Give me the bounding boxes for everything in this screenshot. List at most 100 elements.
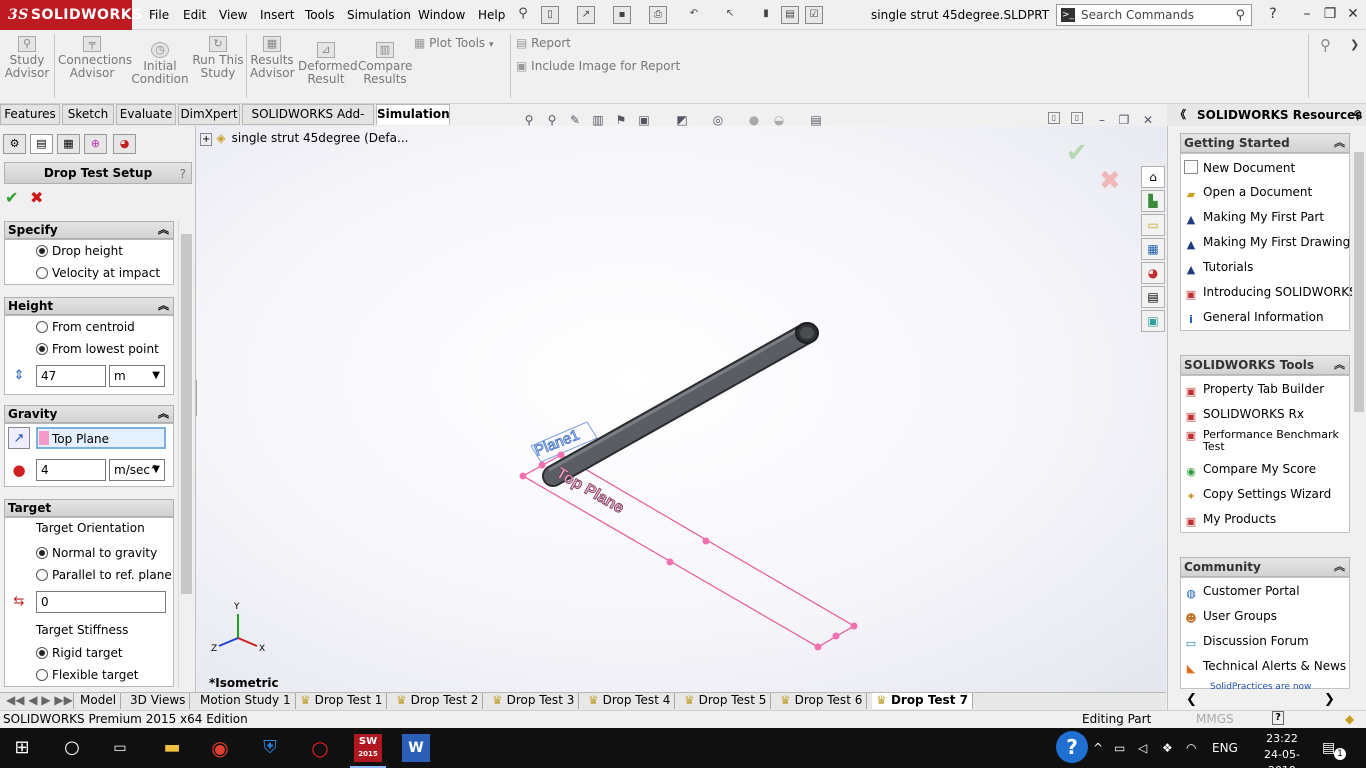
feature-tree-root[interactable]: + ◈ single strut 45degree (Defa... (200, 131, 408, 146)
link-new-document[interactable]: New Document (1184, 160, 1295, 175)
target-group-header[interactable]: Target (4, 499, 174, 517)
deformed-result-button[interactable]: ⊿ Deformed Result (298, 42, 358, 86)
plot-tools-button[interactable]: ▦ Plot Tools ▾ (414, 36, 494, 50)
height-value-input[interactable]: 47 (36, 365, 106, 387)
zoom-search-icon[interactable]: ⚲ (1320, 36, 1331, 54)
chevron-right-icon[interactable]: ❯ (1350, 38, 1359, 51)
open-icon[interactable]: ↗ (577, 6, 595, 24)
options-icon[interactable]: ☑ (805, 6, 823, 24)
feature-tree-icon[interactable]: ⚙ (3, 134, 26, 154)
cortana-search-icon[interactable]: ○ (58, 734, 86, 762)
graphics-area[interactable]: Plane1 Top Plane Y X Z (197, 126, 1166, 692)
cancel-x-icon[interactable]: ✖ (30, 188, 43, 207)
wifi-icon[interactable]: ◠ (1186, 728, 1196, 768)
collapse-icon[interactable]: ︽ (1334, 134, 1345, 152)
dropbox-icon[interactable]: ❖ (1162, 728, 1173, 768)
target-offset-input[interactable]: 0 (36, 591, 166, 613)
file-explorer-icon[interactable]: ▭ (1141, 214, 1165, 236)
help-button[interactable]: ? (180, 164, 186, 184)
gravity-reference-field[interactable]: Top Plane (36, 427, 166, 449)
viewport-close-icon[interactable]: ✕ (1140, 112, 1156, 128)
link-tutorials[interactable]: ▲ Tutorials (1184, 260, 1254, 277)
collapse-icon[interactable]: ︽ (158, 406, 169, 422)
search-icon[interactable]: ⚲ (1235, 6, 1245, 26)
view-settings-icon[interactable]: ▤ (808, 112, 824, 128)
gravity-value-input[interactable]: 4 (36, 459, 106, 481)
link-first-drawing[interactable]: ▲ Making My First Drawing (1184, 235, 1351, 252)
edit-appearance-icon[interactable]: ● (746, 112, 762, 128)
rebuild-icon[interactable]: ▮ (757, 6, 775, 24)
tab-features[interactable]: Features (0, 104, 60, 125)
resources-tab-icon[interactable]: ⌂ (1141, 166, 1165, 188)
chrome-icon[interactable]: ◉ (206, 734, 234, 762)
show-hidden-icons[interactable]: ^ (1093, 728, 1103, 768)
plane-handle[interactable] (832, 632, 840, 640)
windows-start-icon[interactable]: ⊞ (8, 734, 36, 762)
previous-view-icon[interactable]: ✎ (567, 112, 583, 128)
collapse-icon[interactable]: ︽ (158, 222, 169, 238)
plane-handle[interactable] (814, 643, 822, 651)
tab-drop-test-1[interactable]: ♛ Drop Test 1 (296, 693, 388, 709)
help-icon[interactable]: ? (1272, 711, 1284, 725)
scrollbar-thumb[interactable] (181, 234, 192, 594)
collapse-left-icon[interactable]: 《 (1175, 104, 1186, 126)
solidworks-logo[interactable]: 3S SOLIDWORKS (0, 0, 142, 30)
confirm-ok-icon[interactable]: ✔ (1066, 138, 1088, 168)
plane-handle[interactable] (702, 537, 710, 545)
radio-rigid-target[interactable]: Rigid target (36, 646, 123, 660)
specify-group-header[interactable]: Specify ︽ (4, 221, 174, 239)
menu-tools[interactable]: Tools (305, 0, 335, 30)
tab-model[interactable]: Model (76, 693, 122, 709)
custom-properties-icon[interactable]: ▤ (1141, 286, 1165, 308)
search-commands-input[interactable]: >_ Search Commands ⚲ (1056, 4, 1252, 26)
view-orientation-icon[interactable]: ▣ (636, 112, 652, 128)
configuration-icon[interactable]: ▦ (57, 134, 80, 154)
viewport-minimize-icon[interactable]: – (1094, 112, 1110, 128)
radio-from-centroid[interactable]: From centroid (36, 320, 135, 334)
apply-scene-icon[interactable]: ◒ (771, 112, 787, 128)
new-document-icon[interactable]: ▯ (541, 6, 559, 24)
undo-icon[interactable]: ↶ (685, 6, 703, 24)
property-manager-icon[interactable]: ▤ (30, 134, 53, 154)
menu-help[interactable]: Help (478, 0, 505, 30)
property-manager-scrollbar[interactable] (178, 220, 194, 688)
height-group-header[interactable]: Height ︽ (4, 297, 174, 315)
tab-drop-test-3[interactable]: ♛ Drop Test 3 (488, 693, 580, 709)
initial-condition-button[interactable]: ◷ Initial Condition (130, 42, 190, 86)
solidworks-tools-header[interactable]: SOLIDWORKS Tools ︽ (1180, 355, 1350, 375)
height-unit-select[interactable]: m ▼ (109, 365, 165, 387)
radio-parallel-to-ref-plane[interactable]: Parallel to ref. plane (36, 568, 172, 582)
menu-insert[interactable]: Insert (260, 0, 294, 30)
getting-started-header[interactable]: Getting Started ︽ (1180, 133, 1350, 153)
language-indicator[interactable]: ENG (1212, 728, 1238, 768)
plane-handle[interactable] (538, 461, 546, 469)
tab-drop-test-5[interactable]: ♛ Drop Test 5 (680, 693, 772, 709)
help-icon[interactable]: ? (1262, 4, 1284, 24)
tab-drop-test-4[interactable]: ♛ Drop Test 4 (584, 693, 676, 709)
tab-motion-study-1[interactable]: Motion Study 1 (196, 693, 296, 709)
link-first-part[interactable]: ▲ Making My First Part (1184, 210, 1324, 227)
collapse-icon[interactable]: ︽ (158, 298, 169, 314)
tab-drop-test-7[interactable]: ♛ Drop Test 7 (872, 693, 973, 709)
tab-sketch[interactable]: Sketch (62, 104, 114, 125)
connections-advisor-button[interactable]: ╤ Connections Advisor (58, 36, 132, 80)
gravity-direction-icon[interactable]: ↗ (8, 427, 30, 449)
chevron-right-icon[interactable]: ❯ (1324, 692, 1335, 707)
menu-window[interactable]: Window (418, 0, 465, 30)
section-view-icon[interactable]: ▥ (590, 112, 606, 128)
task-view-icon[interactable]: ▭ (106, 734, 134, 762)
link-property-tab-builder[interactable]: ▣ Property Tab Builder (1184, 382, 1324, 399)
link-copy-settings-wizard[interactable]: ✦ Copy Settings Wizard (1184, 487, 1331, 504)
display-manager-icon[interactable]: ◕ (113, 134, 136, 154)
notification-tag-icon[interactable]: ◆ (1345, 711, 1354, 728)
radio-flexible-target[interactable]: Flexible target (36, 668, 138, 682)
gravity-group-header[interactable]: Gravity ︽ (4, 405, 174, 423)
include-image-button[interactable]: ▣ Include Image for Report (516, 59, 680, 73)
select-icon[interactable]: ↖ (721, 6, 739, 24)
close-icon[interactable]: ✕ (1342, 4, 1364, 24)
dynamic-annotation-icon[interactable]: ⚑ (613, 112, 629, 128)
tab-scroll-arrows[interactable]: ◀◀ ◀ ▶ ▶▶ (2, 693, 74, 709)
battery-icon[interactable]: ▭ (1114, 728, 1125, 768)
save-icon[interactable]: ▪ (613, 6, 631, 24)
menu-view[interactable]: View (219, 0, 247, 30)
